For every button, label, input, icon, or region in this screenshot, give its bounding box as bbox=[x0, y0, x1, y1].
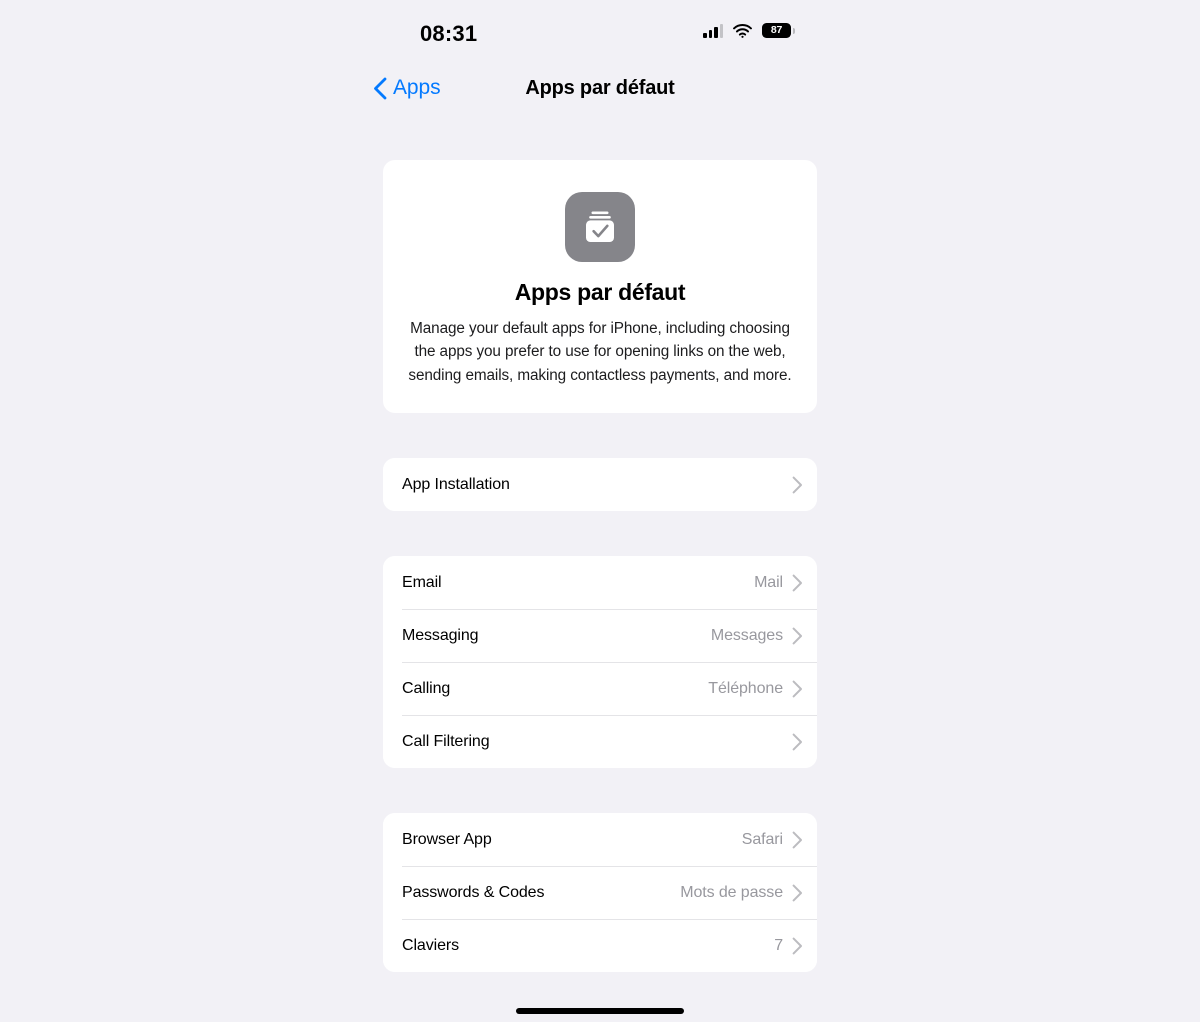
status-bar: 08:31 87 bbox=[365, 0, 835, 62]
chevron-right-icon bbox=[792, 627, 803, 645]
hero-title: Apps par défaut bbox=[514, 279, 686, 305]
battery-icon: 87 bbox=[762, 23, 795, 38]
chevron-right-icon bbox=[792, 476, 803, 494]
settings-group-communication: Email Mail Messaging Messages Calling Té… bbox=[383, 556, 817, 769]
settings-row-claviers[interactable]: Claviers 7 bbox=[383, 919, 817, 973]
row-value: Messages bbox=[710, 626, 783, 644]
row-label: Calling bbox=[402, 679, 451, 697]
row-value: 7 bbox=[774, 936, 783, 954]
status-bar-time: 08:31 bbox=[420, 21, 478, 46]
settings-row-browser-app[interactable]: Browser App Safari bbox=[383, 813, 817, 867]
settings-row-app-installation[interactable]: App Installation bbox=[383, 458, 817, 512]
status-bar-icons: 87 bbox=[703, 23, 795, 38]
navigation-bar: Apps Apps par défaut bbox=[365, 62, 835, 124]
chevron-right-icon bbox=[792, 831, 803, 849]
chevron-right-icon bbox=[792, 680, 803, 698]
row-label: Browser App bbox=[402, 830, 492, 848]
row-label: Claviers bbox=[402, 936, 459, 954]
row-label: Messaging bbox=[402, 626, 479, 644]
hero-icon-wrap bbox=[383, 192, 817, 262]
row-value: Mail bbox=[754, 573, 783, 591]
battery-percent-label: 87 bbox=[770, 24, 783, 37]
cellular-bars-icon bbox=[703, 23, 723, 38]
hero-card: Apps par défaut Manage your default apps… bbox=[383, 160, 817, 414]
row-label: Passwords & Codes bbox=[402, 883, 545, 901]
wifi-icon bbox=[733, 23, 752, 38]
row-label: Email bbox=[402, 573, 442, 591]
default-apps-icon bbox=[565, 192, 635, 262]
settings-group-web-and-input: Browser App Safari Passwords & Codes Mot… bbox=[383, 813, 817, 973]
chevron-right-icon bbox=[792, 884, 803, 902]
chevron-right-icon bbox=[792, 733, 803, 751]
settings-row-email[interactable]: Email Mail bbox=[383, 556, 817, 610]
settings-row-messaging[interactable]: Messaging Messages bbox=[383, 609, 817, 663]
settings-row-calling[interactable]: Calling Téléphone bbox=[383, 662, 817, 716]
hero-description: Manage your default apps for iPhone, inc… bbox=[408, 320, 792, 384]
row-value: Safari bbox=[741, 830, 783, 848]
row-value: Téléphone bbox=[708, 679, 783, 697]
settings-group-app-installation: App Installation bbox=[383, 458, 817, 512]
settings-row-call-filtering[interactable]: Call Filtering bbox=[383, 715, 817, 769]
settings-row-passwords-and-codes[interactable]: Passwords & Codes Mots de passe bbox=[383, 866, 817, 920]
page-title: Apps par défaut bbox=[525, 77, 675, 99]
chevron-right-icon bbox=[792, 937, 803, 955]
row-label: Call Filtering bbox=[402, 732, 490, 750]
phone-screen: 08:31 87 Apps Apps par défaut Apps par d… bbox=[365, 0, 835, 1022]
row-label: App Installation bbox=[402, 475, 510, 493]
settings-content: Apps par défaut Manage your default apps… bbox=[365, 124, 835, 973]
home-indicator[interactable] bbox=[516, 1008, 684, 1014]
chevron-right-icon bbox=[792, 574, 803, 592]
row-value: Mots de passe bbox=[680, 883, 783, 901]
